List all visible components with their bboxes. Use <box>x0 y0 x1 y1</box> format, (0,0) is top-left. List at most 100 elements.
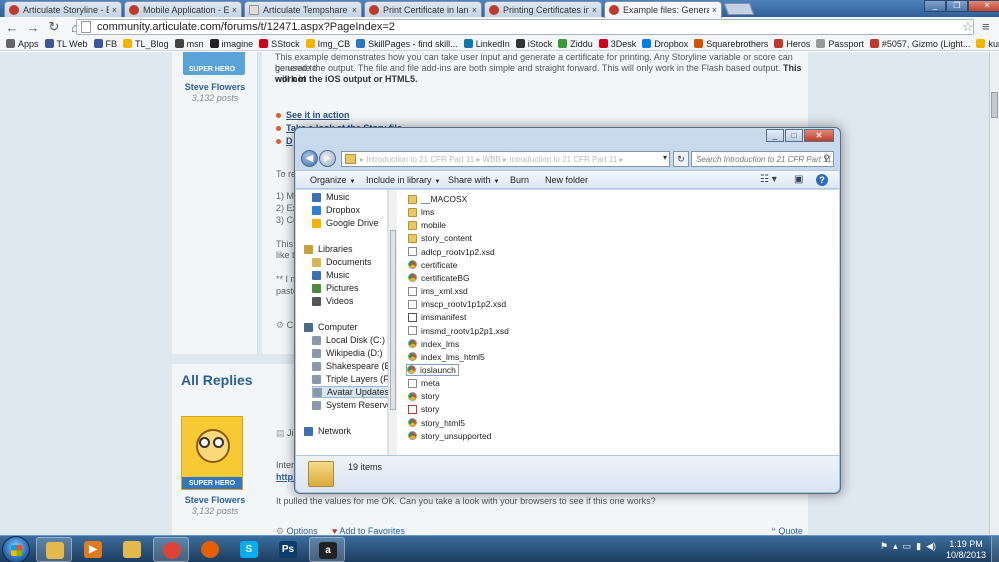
file-item[interactable]: meta <box>408 377 440 389</box>
gear-icon[interactable]: ⚙ <box>276 320 284 330</box>
url-input[interactable]: community.articulate.com/forums/t/12471.… <box>76 19 974 35</box>
nav-scrollbar[interactable] <box>388 190 397 455</box>
maximize-icon[interactable]: □ <box>785 129 803 142</box>
file-item[interactable]: __MACOSX <box>408 193 467 205</box>
nav-item[interactable]: Music <box>312 191 350 203</box>
file-item[interactable]: story <box>408 403 439 415</box>
nav-item[interactable]: Videos <box>312 295 353 307</box>
bookmark-item[interactable]: TL_Blog <box>123 39 169 49</box>
search-icon[interactable]: ⚲ <box>823 153 830 164</box>
nav-item[interactable]: Wikipedia (D:) <box>312 347 383 359</box>
file-item[interactable]: story_unsupported <box>408 430 491 442</box>
tab-mobile-application[interactable]: Mobile Application - E-Le × <box>124 1 242 17</box>
nav-item[interactable]: Triple Layers (F:) <box>312 373 394 385</box>
page-scrollbar[interactable] <box>989 52 999 535</box>
bookmark-item[interactable]: Img_CB <box>305 39 350 49</box>
taskbar-articulate[interactable]: a <box>309 537 345 562</box>
tab-printing-certificates[interactable]: Printing Certificates in St × <box>484 1 602 17</box>
restore-icon[interactable]: ❐ <box>946 0 968 12</box>
taskbar-media-player[interactable]: ▶ <box>75 537 111 562</box>
file-item[interactable]: ioslaunch <box>406 363 459 376</box>
nav-item[interactable]: Local Disk (C:) <box>312 334 385 346</box>
file-item[interactable]: index_lms_html5 <box>408 351 485 363</box>
new-folder-button[interactable]: New folder <box>545 175 588 185</box>
close-window-icon[interactable]: ✕ <box>968 0 999 12</box>
organize-button[interactable]: Organize ▼ <box>310 175 355 185</box>
tab-close-icon[interactable]: × <box>112 5 117 15</box>
reload-icon[interactable]: ↻ <box>45 19 63 35</box>
nav-item[interactable]: Avatar Updates ( <box>312 386 396 398</box>
tab-print-certificate[interactable]: Print Certificate in landsc × <box>364 1 482 17</box>
add-to-favorites-link[interactable]: ♥ Add to Favorites <box>332 526 405 535</box>
nav-item[interactable]: Dropbox <box>312 204 360 216</box>
clock[interactable]: 1:19 PM 10/8/2013 <box>944 539 988 561</box>
bookmark-item[interactable]: TL Web <box>44 39 88 49</box>
bookmark-item[interactable]: Apps <box>6 39 39 49</box>
volume-icon[interactable]: ◀) <box>926 541 936 552</box>
quote-link[interactable]: ❝ Quote <box>771 526 803 535</box>
preview-pane-icon[interactable]: ▣ <box>794 174 803 185</box>
back-arrow-icon[interactable]: ◀ <box>301 150 318 167</box>
author-name-link[interactable]: Steve Flowers <box>172 495 258 505</box>
file-item[interactable]: story_content <box>408 232 472 244</box>
forward-arrow-icon[interactable]: ▶ <box>319 150 336 167</box>
file-item[interactable]: imsmanifest <box>408 311 466 323</box>
tab-close-icon[interactable]: × <box>232 5 237 15</box>
tab-articulate-storyline[interactable]: Articulate Storyline - E-Le × <box>4 1 122 17</box>
bookmark-item[interactable]: 3Desk <box>598 39 636 49</box>
file-item[interactable]: mobile <box>408 219 446 231</box>
network-icon[interactable]: ▮ <box>916 541 921 552</box>
file-item[interactable]: ims_xml.xsd <box>408 285 468 297</box>
bookmark-item[interactable]: Passport <box>816 39 864 49</box>
file-item[interactable]: certificateBG <box>408 272 470 284</box>
minimize-icon[interactable]: _ <box>766 129 784 142</box>
scrollbar-thumb[interactable] <box>390 230 396 410</box>
bookmark-item[interactable]: kumbal <box>976 39 999 49</box>
file-item[interactable]: lms <box>408 206 434 218</box>
taskbar-file-explorer[interactable] <box>114 537 150 562</box>
breadcrumb[interactable]: ▸ Introduction to 21 CFR Part 11 ▸ WBB ▸… <box>341 151 670 167</box>
help-icon[interactable]: ? <box>816 174 828 186</box>
file-item[interactable]: certificate <box>408 259 457 271</box>
bookmark-item[interactable]: Ziddu <box>558 39 593 49</box>
tab-close-icon[interactable]: × <box>472 5 477 15</box>
scrollbar-thumb[interactable] <box>991 92 998 118</box>
tab-articulate-tempshare[interactable]: Articulate Tempshare × <box>244 1 362 17</box>
taskbar-chrome[interactable] <box>153 537 189 562</box>
close-icon[interactable]: ✕ <box>804 129 834 142</box>
display-icon[interactable]: ▭ <box>903 541 912 552</box>
nav-item[interactable]: Music <box>312 269 350 281</box>
bookmark-item[interactable]: Heros <box>774 39 810 49</box>
file-item[interactable]: story <box>408 390 439 402</box>
share-with-button[interactable]: Share with ▼ <box>448 175 499 185</box>
menu-icon[interactable]: ≡ <box>982 19 990 34</box>
bookmark-star-icon[interactable]: ☆ <box>962 19 974 35</box>
include-in-library-button[interactable]: Include in library ▼ <box>366 175 440 185</box>
bookmark-item[interactable]: msn <box>174 39 204 49</box>
nav-item[interactable]: Google Drive <box>312 217 379 229</box>
file-item[interactable]: story_html5 <box>408 417 465 429</box>
change-view-icon[interactable]: ☷ ▾ <box>760 174 777 185</box>
taskbar-skype[interactable]: S <box>231 537 267 562</box>
bookmark-item[interactable]: LinkedIn <box>463 39 510 49</box>
taskbar-windows-explorer[interactable] <box>36 537 72 562</box>
file-item[interactable]: adlcp_rootv1p2.xsd <box>408 246 495 258</box>
bookmark-item[interactable]: iStock <box>515 39 552 49</box>
nav-item[interactable]: Shakespeare (E:) <box>312 360 396 372</box>
reply-link[interactable]: http: <box>276 472 296 482</box>
tab-close-icon[interactable]: × <box>352 5 357 15</box>
forward-arrow-icon[interactable]: → <box>24 20 42 35</box>
author-avatar[interactable] <box>181 416 243 490</box>
search-input[interactable]: Search Introduction to 21 CFR Part 11 ⚲ <box>691 151 834 167</box>
bookmark-item[interactable]: FB <box>93 39 117 49</box>
file-item[interactable]: index_lms <box>408 338 459 350</box>
bookmark-item[interactable]: #5057, Gizmo (Light... <box>869 39 970 49</box>
flag-icon[interactable]: ⚑ <box>880 541 888 552</box>
tab-example-files[interactable]: Example files: Generating × <box>604 1 722 18</box>
nav-item[interactable]: Documents <box>312 256 372 268</box>
file-item[interactable]: imsmd_rootv1p2p1.xsd <box>408 325 509 337</box>
tab-close-icon[interactable]: × <box>592 5 597 15</box>
see-it-in-action-link[interactable]: See it in action <box>276 110 402 122</box>
bookmark-item[interactable]: Dropbox <box>642 39 688 49</box>
nav-item[interactable]: Libraries <box>304 243 353 255</box>
